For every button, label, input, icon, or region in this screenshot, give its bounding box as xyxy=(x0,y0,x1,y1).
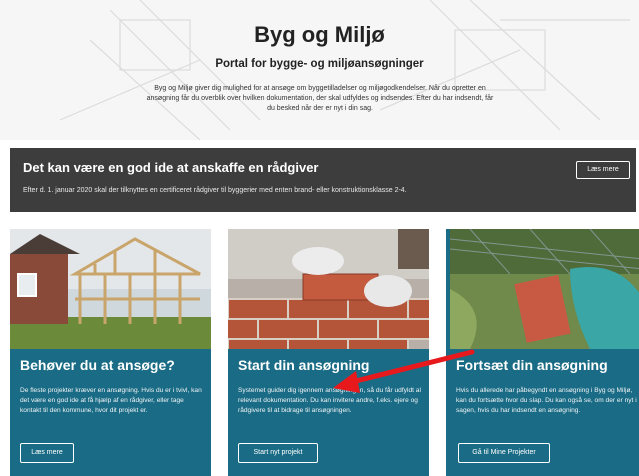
blueprint-background xyxy=(59,0,630,140)
card-title: Behøver du at ansøge? xyxy=(20,357,175,373)
read-more-button[interactable]: Læs mere xyxy=(20,443,74,463)
advisor-banner: Det kan være en god ide at anskaffe en r… xyxy=(10,148,636,212)
card-text: De fleste projekter kræver en ansøgning.… xyxy=(20,387,202,415)
house-construction-image xyxy=(10,229,211,349)
banner-text: Efter d. 1. januar 2020 skal der tilknyt… xyxy=(23,187,407,194)
card-text: Hvis du allerede har påbegyndt en ansøgn… xyxy=(456,387,637,415)
go-to-my-projects-button[interactable]: Gå til Mine Projekter xyxy=(458,443,550,463)
banner-title: Det kan være en god ide at anskaffe en r… xyxy=(23,160,319,175)
start-new-project-button[interactable]: Start nyt projekt xyxy=(238,443,318,463)
card-title: Start din ansøgning xyxy=(238,357,370,373)
card-start-application: Start din ansøgning Systemet guider dig … xyxy=(228,229,429,476)
page-subtitle: Portal for bygge- og miljøansøgninger xyxy=(215,58,424,70)
hero-section: Byg og Miljø Portal for bygge- og miljøa… xyxy=(0,0,639,140)
banner-read-more-button[interactable]: Læs mere xyxy=(576,161,630,179)
card-title: Fortsæt din ansøgning xyxy=(456,357,608,373)
aerial-farm-image xyxy=(449,229,639,349)
intro-text: Byg og Miljø giver dig mulighed for at a… xyxy=(146,85,494,112)
page-title: Byg og Miljø xyxy=(254,22,385,47)
card-need-to-apply: Behøver du at ansøge? De fleste projekte… xyxy=(10,229,211,476)
card-text: Systemet guider dig igennem ansøgningen,… xyxy=(238,387,421,415)
bricklaying-image xyxy=(228,229,429,349)
card-continue-application: Fortsæt din ansøgning Hvis du allerede h… xyxy=(446,229,639,476)
